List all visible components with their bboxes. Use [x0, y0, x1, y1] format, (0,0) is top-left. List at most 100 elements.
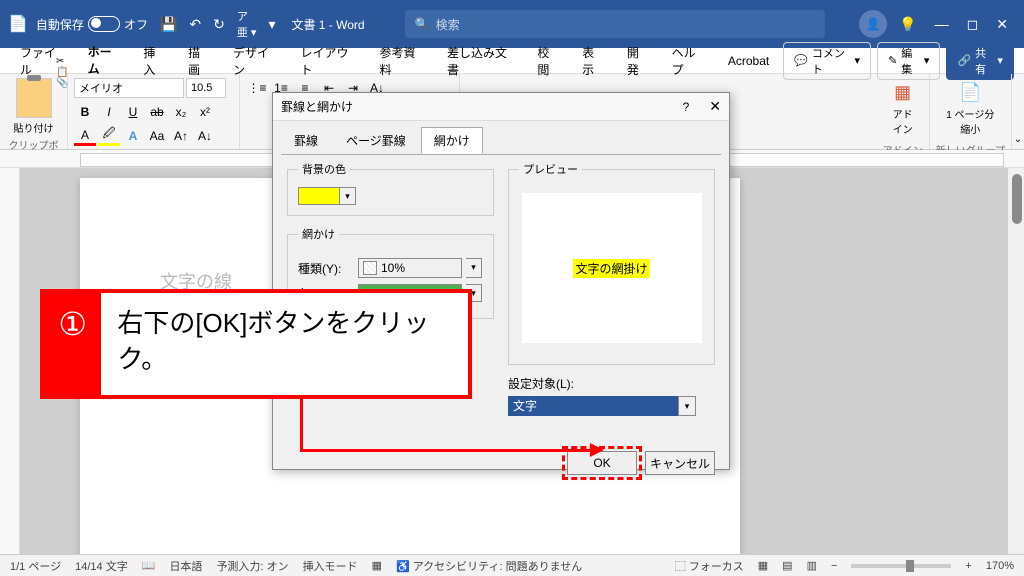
document-title: 文書 1 - Word — [291, 16, 364, 33]
pattern-dropdown-icon[interactable]: ▾ — [466, 258, 482, 278]
bullets-icon[interactable]: ⋮≡ — [246, 78, 268, 98]
status-focus[interactable]: ⬚ フォーカス — [675, 558, 744, 574]
arrow-segment-h — [300, 449, 590, 452]
font-size-select[interactable] — [186, 78, 226, 98]
pattern-swatch-icon — [363, 261, 377, 275]
vertical-ruler[interactable] — [0, 168, 20, 560]
vertical-scrollbar[interactable] — [1008, 168, 1024, 560]
pattern-select[interactable]: 10% — [358, 258, 462, 278]
dialog-tab-page-borders[interactable]: ページ罫線 — [333, 127, 419, 154]
pattern-value: 10% — [381, 261, 405, 275]
status-predict[interactable]: 予測入力: オン — [216, 558, 288, 574]
search-placeholder: 検索 — [436, 16, 460, 33]
maximize-icon[interactable]: ◻ — [967, 16, 979, 33]
cancel-button[interactable]: キャンセル — [645, 451, 715, 475]
addin-icon: ▦ — [891, 80, 915, 104]
status-access-text: アクセシビリティ: 問題ありません — [413, 561, 583, 573]
person-icon: 👤 — [866, 17, 881, 31]
italic-icon[interactable]: I — [98, 102, 120, 122]
newgroup-group: 📄 1 ページ分 縮小 新しいグループ — [930, 74, 1012, 149]
borders-shading-dialog: 罫線と網かけ ? ✕ 罫線 ページ罫線 網かけ 背景の色 ▾ 網かけ 種類(Y)… — [272, 92, 730, 470]
status-words[interactable]: 14/14 文字 — [75, 558, 128, 574]
bg-color-swatch[interactable] — [298, 187, 340, 205]
status-proofing-icon[interactable]: 📖 — [142, 559, 156, 572]
zoom-slider[interactable] — [851, 564, 951, 568]
text-effect-icon[interactable]: A — [122, 126, 144, 146]
zoom-out-icon[interactable]: − — [831, 560, 837, 572]
underline-icon[interactable]: U — [122, 102, 144, 122]
apply-to-select[interactable]: 文字 — [508, 396, 678, 416]
status-macro-icon[interactable]: ▦ — [372, 559, 382, 572]
callout-number: ① — [44, 293, 101, 395]
share-label: 共有 — [975, 45, 993, 77]
dialog-close-icon[interactable]: ✕ — [709, 98, 721, 115]
dialog-tab-shading[interactable]: 網かけ — [421, 127, 483, 154]
status-access[interactable]: ♿ アクセシビリティ: 問題ありません — [396, 558, 582, 574]
shading-legend: 網かけ — [298, 226, 339, 242]
bold-icon[interactable]: B — [74, 102, 96, 122]
toggle-icon — [88, 16, 120, 32]
ribbon-collapse-icon[interactable]: ⌄ — [1014, 134, 1022, 145]
zoom-level[interactable]: 170% — [986, 560, 1014, 572]
shrink-page-label: 1 ページ分 縮小 — [946, 106, 994, 136]
paste-button[interactable]: 貼り付け — [6, 76, 61, 135]
apply-to-dropdown-icon[interactable]: ▾ — [678, 396, 696, 416]
font-color-icon[interactable]: A — [74, 126, 96, 146]
paste-label: 貼り付け — [6, 120, 61, 135]
qat-dropdown-icon[interactable]: ▾ — [268, 16, 275, 33]
save-icon[interactable]: 💾 — [160, 16, 177, 33]
preview-fieldset: プレビュー 文字の網掛け — [508, 161, 715, 365]
view-print-icon[interactable]: ▤ — [782, 559, 792, 572]
dialog-help-icon[interactable]: ? — [683, 100, 690, 114]
sub-icon[interactable]: x₂ — [170, 102, 192, 122]
highlight-icon[interactable]: 🖉 — [98, 126, 120, 146]
dialog-titlebar: 罫線と網かけ ? ✕ — [273, 93, 729, 121]
view-read-icon[interactable]: ▦ — [758, 559, 768, 572]
status-focus-text: フォーカス — [689, 561, 744, 573]
status-lang[interactable]: 日本語 — [169, 558, 202, 574]
char-shading-icon[interactable]: Aa — [146, 126, 168, 146]
preview-box: 文字の網掛け — [522, 193, 702, 343]
scrollbar-thumb[interactable] — [1012, 174, 1022, 224]
tab-acrobat[interactable]: Acrobat — [718, 50, 779, 72]
font-group: B I U ab x₂ x² A 🖉 A Aa A↑ A↓ フォント — [68, 74, 240, 149]
close-icon[interactable]: ✕ — [996, 16, 1008, 33]
status-mode[interactable]: 挿入モード — [303, 558, 358, 574]
word-icon: 📄 — [8, 14, 28, 34]
status-page[interactable]: 1/1 ページ — [10, 558, 61, 574]
comment-label: コメント — [812, 45, 851, 77]
strike-icon[interactable]: ab — [146, 102, 168, 122]
font-icon[interactable]: ア亜 ▾ — [237, 8, 257, 40]
help-icon[interactable]: 💡 — [899, 16, 916, 33]
font-name-select[interactable] — [74, 78, 184, 98]
search-icon: 🔍 — [415, 17, 430, 31]
apply-to-label: 設定対象(L): — [508, 375, 715, 392]
bg-color-dropdown-icon[interactable]: ▾ — [340, 187, 356, 205]
quick-access-toolbar: 💾 ↶ ↻ ア亜 ▾ ▾ — [160, 8, 276, 40]
addin-button[interactable]: ▦ アド イン — [883, 76, 923, 140]
bg-color-fieldset: 背景の色 ▾ — [287, 161, 494, 216]
shrink-font-icon[interactable]: A↓ — [194, 126, 216, 146]
view-web-icon[interactable]: ▥ — [807, 559, 817, 572]
undo-icon[interactable]: ↶ — [189, 16, 201, 33]
arrow-head-icon — [590, 443, 604, 457]
dialog-tabs: 罫線 ページ罫線 網かけ — [273, 121, 729, 154]
account-avatar[interactable]: 👤 — [859, 10, 887, 38]
redo-icon[interactable]: ↻ — [213, 16, 225, 33]
search-box[interactable]: 🔍 検索 — [405, 10, 825, 38]
minimize-icon[interactable]: — — [935, 16, 949, 32]
grow-font-icon[interactable]: A↑ — [170, 126, 192, 146]
instruction-callout: ① 右下の[OK]ボタンをクリック。 — [40, 289, 472, 399]
autosave-toggle[interactable]: 自動保存 オフ — [36, 16, 148, 33]
bg-color-legend: 背景の色 — [298, 161, 350, 177]
dialog-tab-borders[interactable]: 罫線 — [281, 127, 331, 154]
pattern-label: 種類(Y): — [298, 260, 354, 277]
paste-icon — [16, 78, 52, 118]
addin-label: アド イン — [893, 106, 913, 136]
shrink-page-button[interactable]: 📄 1 ページ分 縮小 — [936, 76, 1005, 140]
preview-legend: プレビュー — [519, 161, 582, 177]
apply-to-row: 設定対象(L): 文字▾ — [508, 375, 715, 416]
zoom-in-icon[interactable]: + — [965, 560, 971, 572]
status-bar: 1/1 ページ 14/14 文字 📖 日本語 予測入力: オン 挿入モード ▦ … — [0, 554, 1024, 576]
sup-icon[interactable]: x² — [194, 102, 216, 122]
